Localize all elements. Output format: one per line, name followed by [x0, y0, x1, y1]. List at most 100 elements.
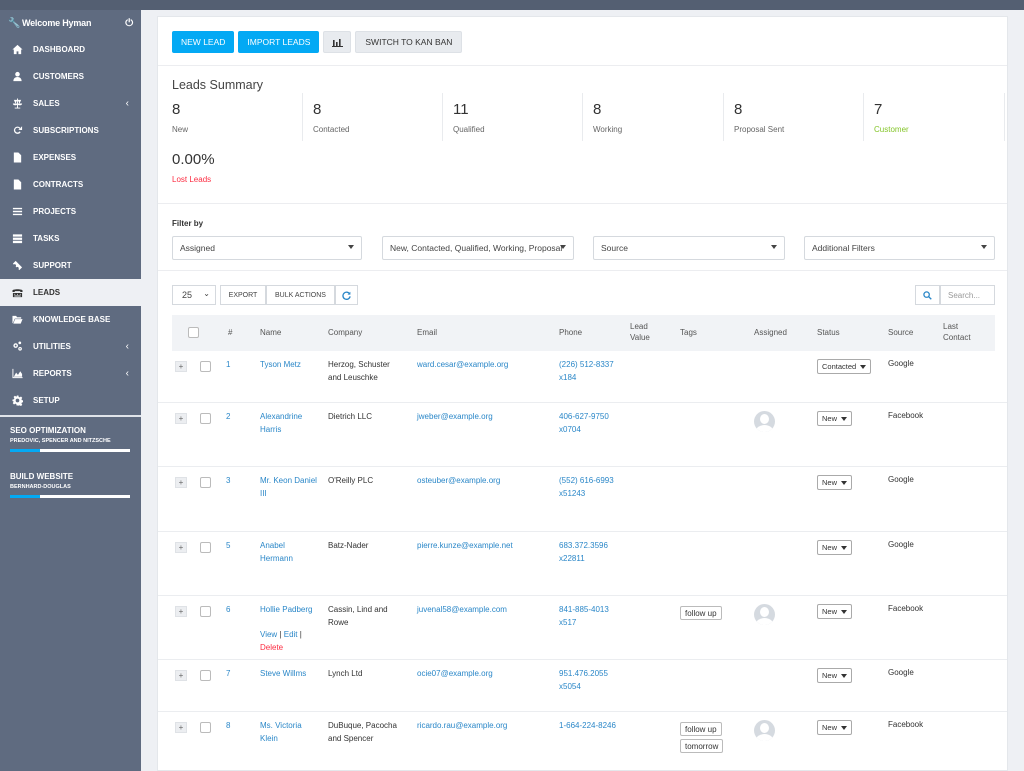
status-dropdown[interactable]: New	[817, 668, 853, 683]
sidebar-item-leads[interactable]: Leads	[0, 279, 141, 306]
view-link[interactable]: View	[260, 630, 277, 639]
sidebar-item-projects[interactable]: Projects	[0, 198, 141, 225]
assigned-filter-select[interactable]: Assigned	[172, 236, 362, 260]
sidebar-item-reports[interactable]: Reports ‹	[0, 360, 141, 387]
row-checkbox[interactable]	[200, 722, 211, 733]
status-dropdown[interactable]: Contacted	[817, 359, 872, 374]
lead-id[interactable]: 1	[226, 359, 230, 372]
assigned-avatar[interactable]	[754, 604, 775, 625]
status-dropdown[interactable]: New	[817, 604, 853, 619]
expand-row-button[interactable]: +	[175, 606, 187, 617]
col-header-assigned[interactable]: Assigned	[754, 327, 787, 338]
lead-email[interactable]: ricardo.rau@example.org	[417, 720, 507, 733]
export-button[interactable]: EXPORT	[220, 285, 266, 305]
lead-email[interactable]: jweber@example.org	[417, 411, 493, 424]
row-checkbox[interactable]	[200, 413, 211, 424]
col-header-company[interactable]: Company	[328, 327, 362, 338]
import-leads-button[interactable]: IMPORT LEADS	[238, 31, 320, 53]
status-dropdown[interactable]: New	[817, 411, 853, 426]
row-checkbox[interactable]	[200, 606, 211, 617]
expand-row-button[interactable]: +	[175, 722, 187, 733]
search-input[interactable]: Search...	[940, 285, 995, 305]
lead-name[interactable]: Hollie Padberg	[260, 604, 320, 617]
power-icon[interactable]: ⏻	[125, 18, 133, 29]
lead-id[interactable]: 8	[226, 720, 230, 733]
sidebar-item-support[interactable]: Support	[0, 252, 141, 279]
expand-row-button[interactable]: +	[175, 542, 187, 553]
col-header-status[interactable]: Status	[817, 327, 840, 338]
sidebar-item-subscriptions[interactable]: Subscriptions	[0, 117, 141, 144]
search-button[interactable]	[915, 285, 940, 305]
select-all-checkbox[interactable]	[188, 327, 199, 338]
row-checkbox[interactable]	[200, 477, 211, 488]
lead-email[interactable]: ward.cesar@example.org	[417, 359, 508, 372]
lead-name[interactable]: Anabel Hermann	[260, 540, 320, 565]
sidebar-item-tasks[interactable]: Tasks	[0, 225, 141, 252]
source-filter-select[interactable]: Source	[593, 236, 785, 260]
tag-badge[interactable]: follow up	[680, 606, 722, 620]
lead-email[interactable]: osteuber@example.org	[417, 475, 500, 488]
sidebar-item-dashboard[interactable]: Dashboard	[0, 36, 141, 63]
col-header-num[interactable]: #	[228, 327, 232, 338]
lead-phone[interactable]: 1-664-224-8246	[559, 720, 617, 733]
lead-phone[interactable]: 683.372.3596 x22811	[559, 540, 617, 565]
lead-id[interactable]: 2	[226, 411, 230, 424]
new-lead-button[interactable]: NEW LEAD	[172, 31, 235, 53]
lead-email[interactable]: pierre.kunze@example.net	[417, 540, 513, 553]
lead-id[interactable]: 6	[226, 604, 230, 617]
col-header-last-contact[interactable]: Last Contact	[943, 321, 977, 343]
sidebar-item-utilities[interactable]: Utilities ‹	[0, 333, 141, 360]
lead-name[interactable]: Mr. Keon Daniel III	[260, 475, 320, 500]
row-checkbox[interactable]	[200, 542, 211, 553]
lead-phone[interactable]: (226) 512-8337 x184	[559, 359, 617, 384]
welcome-text[interactable]: Welcome Hyman	[22, 18, 91, 28]
lead-phone[interactable]: 841-885-4013 x517	[559, 604, 617, 629]
lead-email[interactable]: ocie07@example.org	[417, 668, 493, 681]
expand-row-button[interactable]: +	[175, 413, 187, 424]
sidebar-project[interactable]: SEO OPTIMIZATION PREDOVIC, SPENCER AND NI…	[0, 420, 141, 452]
delete-link[interactable]: Delete	[260, 643, 283, 652]
sidebar-item-knowledge-base[interactable]: Knowledge Base	[0, 306, 141, 333]
sidebar-item-expenses[interactable]: Expenses	[0, 144, 141, 171]
page-size-select[interactable]: 25 ⌄	[172, 285, 216, 305]
tag-badge[interactable]: follow up	[680, 722, 722, 736]
status-dropdown[interactable]: New	[817, 475, 853, 490]
sidebar-item-setup[interactable]: Setup	[0, 387, 141, 414]
assigned-avatar[interactable]	[754, 411, 775, 432]
lead-name[interactable]: Tyson Metz	[260, 359, 320, 372]
sidebar-item-customers[interactable]: Customers	[0, 63, 141, 90]
col-header-source[interactable]: Source	[888, 327, 913, 338]
lead-id[interactable]: 7	[226, 668, 230, 681]
sidebar-item-contracts[interactable]: Contracts	[0, 171, 141, 198]
bulk-actions-button[interactable]: BULK ACTIONS	[266, 285, 335, 305]
expand-row-button[interactable]: +	[175, 477, 187, 488]
expand-row-button[interactable]: +	[175, 670, 187, 681]
lead-name[interactable]: Alexandrine Harris	[260, 411, 320, 436]
lead-phone[interactable]: (552) 616-6993 x51243	[559, 475, 617, 500]
status-filter-select[interactable]: New, Contacted, Qualified, Working, Prop…	[382, 236, 574, 260]
additional-filters-select[interactable]: Additional Filters	[804, 236, 995, 260]
row-checkbox[interactable]	[200, 361, 211, 372]
lead-phone[interactable]: 951.476.2055 x5054	[559, 668, 617, 693]
row-checkbox[interactable]	[200, 670, 211, 681]
expand-row-button[interactable]: +	[175, 361, 187, 372]
sidebar-item-sales[interactable]: Sales ‹	[0, 90, 141, 117]
status-dropdown[interactable]: New	[817, 720, 853, 735]
lead-name[interactable]: Steve Willms	[260, 668, 320, 681]
status-dropdown[interactable]: New	[817, 540, 853, 555]
col-header-name[interactable]: Name	[260, 327, 281, 338]
switch-kanban-button[interactable]: SWITCH TO KAN BAN	[355, 31, 463, 53]
assigned-avatar[interactable]	[754, 720, 775, 741]
col-header-email[interactable]: Email	[417, 327, 437, 338]
reload-table-button[interactable]	[335, 285, 358, 305]
col-header-tags[interactable]: Tags	[680, 327, 697, 338]
col-header-phone[interactable]: Phone	[559, 327, 582, 338]
leads-summary-chart-button[interactable]	[323, 31, 352, 53]
col-header-lead-value[interactable]: Lead Value	[630, 321, 660, 343]
lead-name[interactable]: Ms. Victoria Klein	[260, 720, 320, 745]
tag-badge[interactable]: tomorrow	[680, 739, 724, 753]
lead-phone[interactable]: 406-627-9750 x0704	[559, 411, 617, 436]
edit-link[interactable]: Edit	[284, 630, 298, 639]
lead-email[interactable]: juvenal58@example.com	[417, 604, 507, 617]
lead-id[interactable]: 3	[226, 475, 230, 488]
